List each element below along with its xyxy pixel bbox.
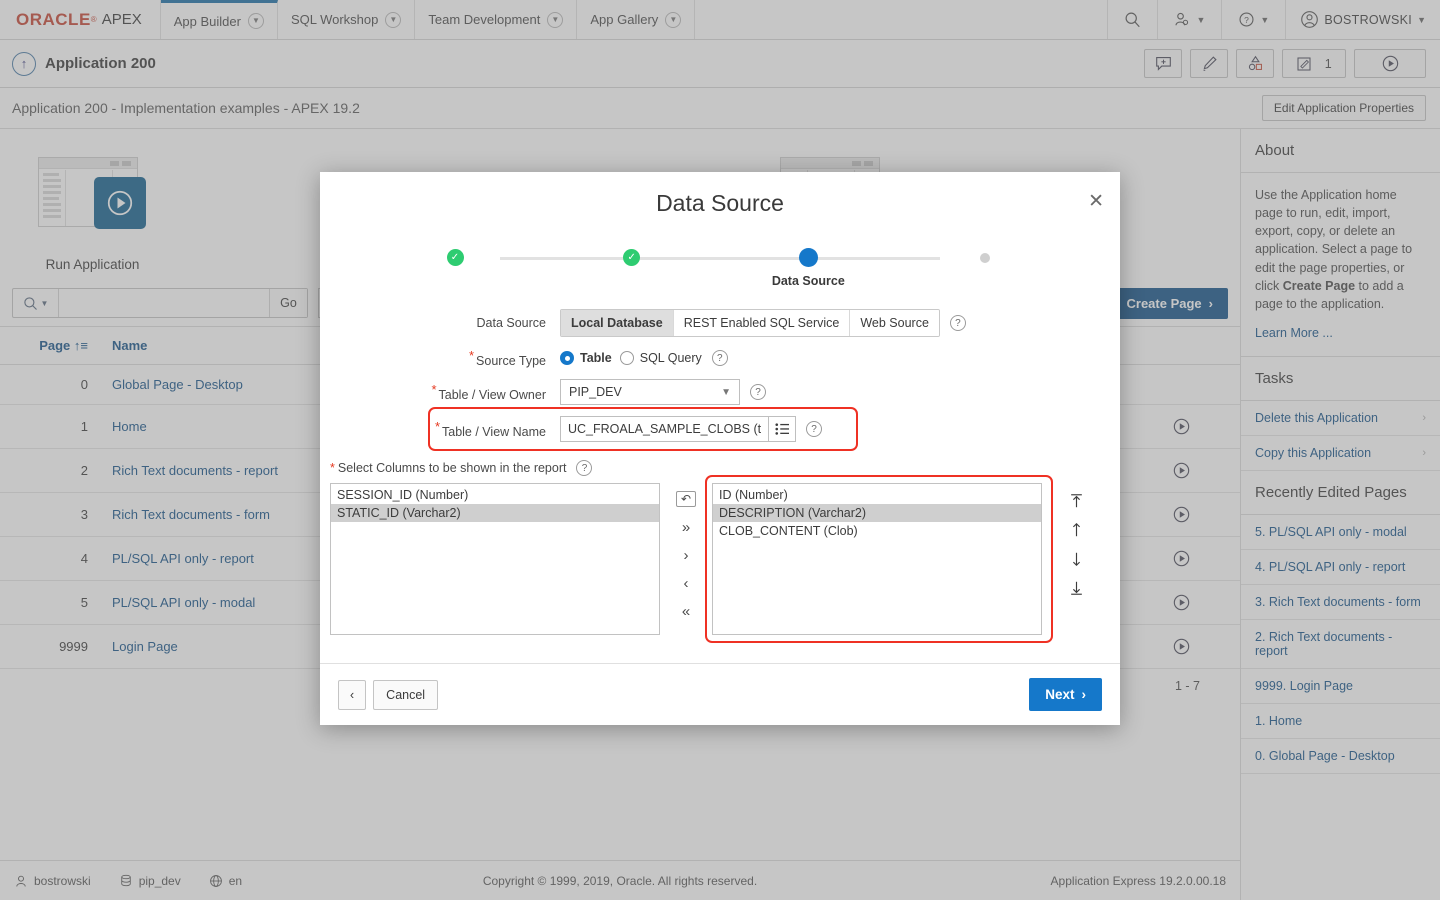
field-data-source: Data Source Local Database REST Enabled … [320, 309, 1120, 337]
segment-local-database[interactable]: Local Database [561, 310, 674, 336]
table-view-owner-select[interactable]: PIP_DEV ▼ [560, 379, 740, 405]
wizard-step-2[interactable]: ✓ [577, 235, 687, 288]
wizard-step-label: Data Source [753, 274, 863, 288]
list-item[interactable]: STATIC_ID (Varchar2) [331, 504, 659, 522]
move-up-icon[interactable] [1069, 522, 1084, 538]
close-icon[interactable]: ✕ [1088, 192, 1104, 211]
required-marker: * [469, 348, 474, 363]
field-label: Data Source [320, 316, 560, 330]
reset-icon[interactable]: ↶ [676, 491, 696, 507]
move-bottom-icon[interactable] [1069, 580, 1084, 596]
check-icon: ✓ [623, 249, 640, 266]
dialog-footer: ‹ Cancel Next › [320, 663, 1120, 725]
required-marker: * [431, 382, 436, 397]
check-icon: ✓ [447, 249, 464, 266]
current-step-dot [799, 248, 818, 267]
table-view-name-input[interactable] [560, 416, 768, 442]
required-marker: * [435, 419, 440, 434]
select-value: PIP_DEV [569, 385, 622, 399]
shuttle-chosen-wrap: ID (Number) DESCRIPTION (Varchar2) CLOB_… [712, 483, 1042, 635]
shuttle-order-buttons [1054, 483, 1098, 596]
next-button[interactable]: Next › [1029, 678, 1102, 711]
move-top-icon[interactable] [1069, 493, 1084, 509]
segment-web-source[interactable]: Web Source [850, 310, 939, 336]
move-all-right-icon[interactable]: » [682, 520, 690, 535]
wizard-step-1[interactable]: ✓ [400, 235, 510, 288]
move-all-left-icon[interactable]: « [682, 604, 690, 619]
next-label: Next [1045, 687, 1074, 702]
wizard-progress: ✓ ✓ Data Source [400, 235, 1040, 307]
list-item[interactable]: DESCRIPTION (Varchar2) [713, 504, 1041, 522]
shuttle-available-list[interactable]: SESSION_ID (Number) STATIC_ID (Varchar2) [330, 483, 660, 635]
cancel-button[interactable]: Cancel [373, 680, 438, 710]
columns-shuttle: SESSION_ID (Number) STATIC_ID (Varchar2)… [320, 483, 1120, 635]
table-view-name-lov [560, 416, 796, 442]
dialog-form: Data Source Local Database REST Enabled … [320, 307, 1120, 635]
shuttle-label: Select Columns to be shown in the report [338, 461, 567, 475]
radio-table[interactable]: Table [560, 351, 612, 365]
field-label: *Source Type [320, 348, 560, 368]
radio-label: SQL Query [640, 351, 702, 365]
chevron-down-icon: ▼ [721, 387, 731, 398]
source-type-radio-group: Table SQL Query [560, 351, 702, 365]
future-step-dot [980, 253, 990, 263]
back-button[interactable]: ‹ [338, 680, 366, 710]
help-icon[interactable]: ? [950, 315, 966, 331]
field-source-type: *Source Type Table SQL Query ? [320, 348, 1120, 368]
dialog-header: Data Source ✕ [320, 172, 1120, 221]
radio-dot [620, 351, 634, 365]
list-item[interactable]: CLOB_CONTENT (Clob) [713, 522, 1041, 540]
field-table-view-owner: *Table / View Owner PIP_DEV ▼ ? [320, 379, 1120, 405]
help-icon[interactable]: ? [712, 350, 728, 366]
wizard-step-3-data-source[interactable]: Data Source [753, 235, 863, 288]
help-icon[interactable]: ? [750, 384, 766, 400]
dialog-title: Data Source [320, 190, 1120, 217]
shuttle-chosen-list[interactable]: ID (Number) DESCRIPTION (Varchar2) CLOB_… [712, 483, 1042, 635]
shuttle-label-row: * Select Columns to be shown in the repo… [330, 460, 1120, 476]
list-of-values-icon[interactable] [768, 416, 796, 442]
field-label: *Table / View Name [320, 419, 560, 439]
move-left-icon[interactable]: ‹ [684, 576, 689, 591]
help-icon[interactable]: ? [806, 421, 822, 437]
data-source-dialog: Data Source ✕ ✓ ✓ Data Source Data Sourc… [320, 172, 1120, 725]
move-right-icon[interactable]: › [684, 548, 689, 563]
field-table-view-name: *Table / View Name ? [320, 416, 1120, 442]
field-label: *Table / View Owner [320, 382, 560, 402]
list-item[interactable]: ID (Number) [713, 486, 1041, 504]
move-down-icon[interactable] [1069, 551, 1084, 567]
help-icon[interactable]: ? [576, 460, 592, 476]
segment-rest-enabled-sql-service[interactable]: REST Enabled SQL Service [674, 310, 851, 336]
wizard-steps: ✓ ✓ Data Source [400, 235, 1040, 288]
list-item[interactable]: SESSION_ID (Number) [331, 486, 659, 504]
chevron-right-icon: › [1082, 687, 1087, 702]
shuttle-move-buttons: ↶ » › ‹ « [660, 483, 712, 619]
radio-sql-query[interactable]: SQL Query [620, 351, 702, 365]
wizard-step-4 [930, 235, 1040, 288]
required-marker: * [330, 461, 335, 475]
radio-label: Table [580, 351, 612, 365]
data-source-segmented-control: Local Database REST Enabled SQL Service … [560, 309, 940, 337]
radio-dot-selected [560, 351, 574, 365]
